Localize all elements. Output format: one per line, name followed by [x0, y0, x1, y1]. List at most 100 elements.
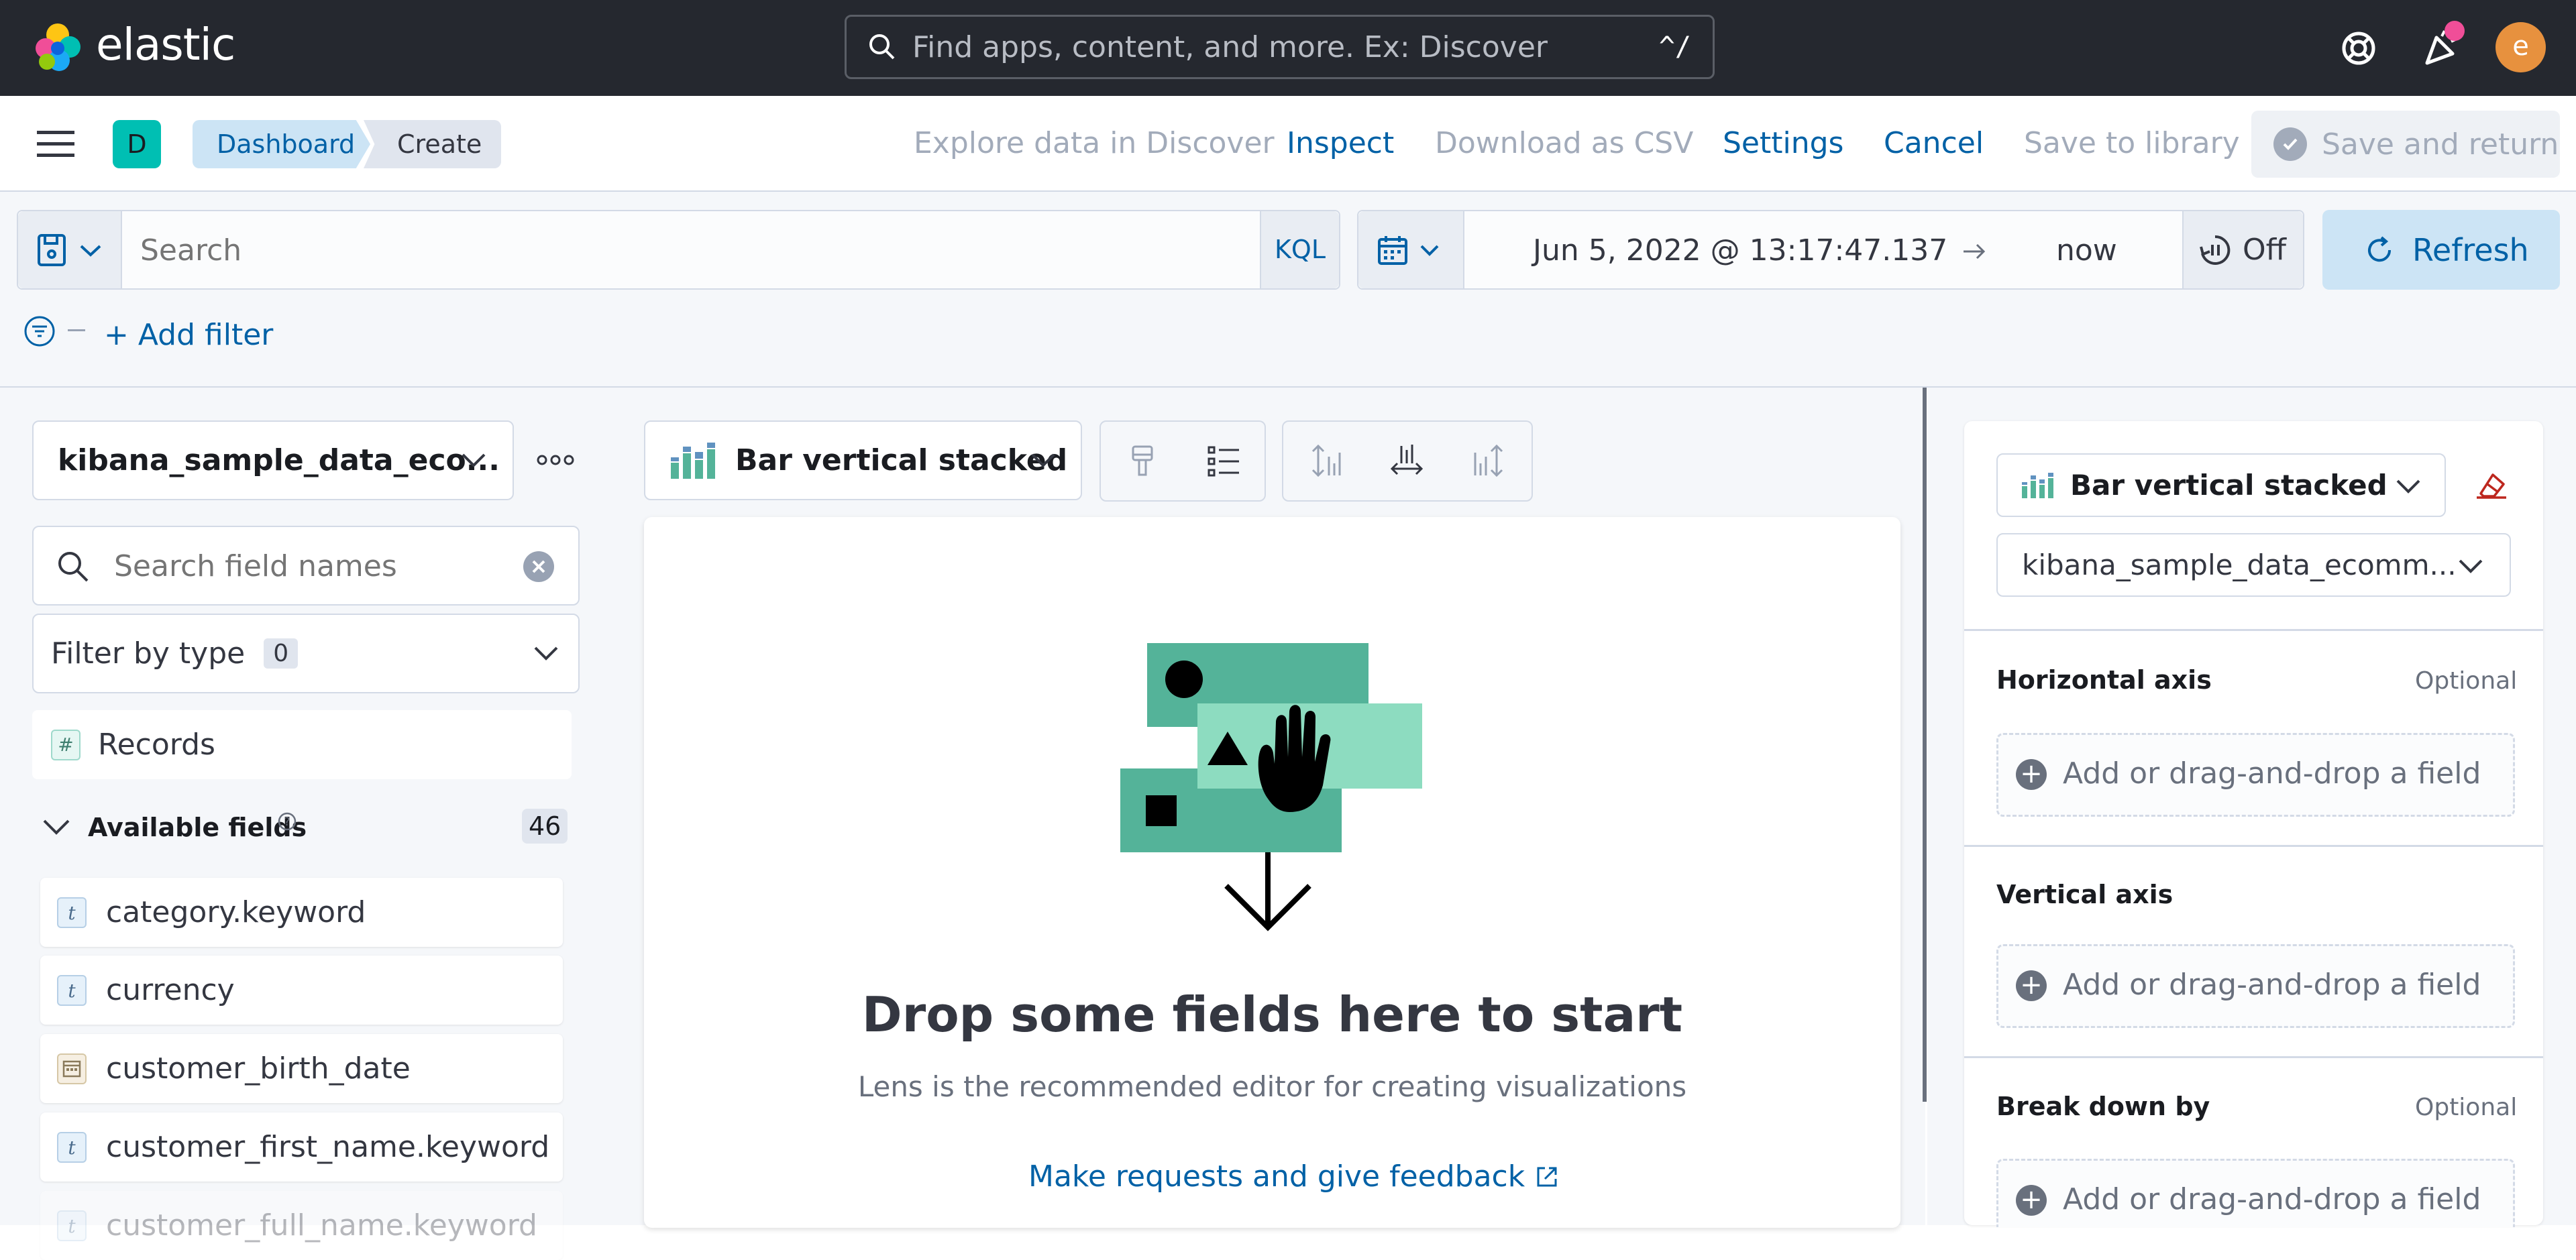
chevron-down-icon — [1419, 243, 1440, 257]
field-item-customer-full-name-keyword[interactable]: t customer_full_name.keyword — [40, 1191, 563, 1260]
end-date-button[interactable]: now — [2056, 233, 2117, 268]
pause-refresh-icon — [2198, 233, 2232, 267]
dropzone-label: Add or drag-and-drop a field — [2063, 1182, 2481, 1216]
drop-zone-workspace[interactable]: Drop some fields here to start Lens is t… — [644, 517, 1900, 1228]
string-field-icon: t — [57, 1132, 87, 1163]
plus-circle-icon: + — [2016, 759, 2047, 790]
plus-circle-icon: + — [2016, 970, 2047, 1001]
string-field-icon: t — [57, 975, 87, 1006]
number-field-icon: # — [51, 730, 80, 760]
calendar-icon — [1377, 235, 1408, 266]
string-field-icon: t — [57, 1210, 87, 1241]
feedback-link-label: Make requests and give feedback — [1028, 1159, 1525, 1194]
section-divider — [1964, 845, 2543, 847]
visual-options-button[interactable] — [1099, 420, 1187, 502]
field-item-customer-birth-date[interactable]: customer_birth_date — [40, 1034, 563, 1103]
refresh-label: Refresh — [2412, 231, 2529, 268]
string-field-icon: t — [57, 897, 87, 928]
chevron-down-icon — [533, 644, 559, 662]
field-name: customer_full_name.keyword — [106, 1208, 537, 1243]
vertical-axis-dropzone[interactable]: + Add or drag-and-drop a field — [1996, 944, 2515, 1028]
keyboard-shortcut-hint: ^/ — [1658, 32, 1691, 62]
bar-chart-icon — [669, 442, 719, 479]
filter-by-type-button[interactable]: Filter by type 0 — [32, 614, 580, 693]
quick-menu-button[interactable] — [1358, 211, 1464, 288]
horizontal-axis-optional: Optional — [2415, 667, 2518, 695]
filter-separator — [68, 329, 85, 331]
refresh-button[interactable]: Refresh — [2322, 210, 2560, 290]
save-and-return-label: Save and return — [2322, 127, 2559, 162]
field-item-category-keyword[interactable]: t category.keyword — [40, 878, 563, 947]
right-axis-options-button[interactable] — [1448, 420, 1533, 502]
auto-refresh-state: Off — [2243, 233, 2286, 267]
more-options-icon[interactable] — [537, 453, 574, 467]
user-avatar[interactable]: e — [2496, 22, 2546, 72]
bar-chart-icon — [2021, 472, 2055, 498]
filter-count-badge: 0 — [264, 638, 299, 669]
filter-options-icon[interactable] — [22, 314, 57, 349]
layer-chart-type-switcher[interactable]: Bar vertical stacked — [1996, 453, 2446, 517]
query-search-input[interactable] — [139, 231, 1118, 269]
save-and-return-button[interactable]: Save and return — [2251, 111, 2560, 178]
menu-icon[interactable] — [37, 129, 74, 159]
chevron-down-icon — [460, 451, 487, 469]
panel-resize-handle[interactable] — [1923, 388, 1927, 1102]
breadcrumb-dashboard[interactable]: Dashboard — [193, 120, 370, 168]
saved-query-menu-button[interactable] — [18, 211, 122, 288]
cancel-link[interactable]: Cancel — [1884, 126, 1984, 160]
field-item-currency[interactable]: t currency — [40, 956, 563, 1025]
layer-chart-type-label: Bar vertical stacked — [2070, 469, 2387, 502]
field-name: category.keyword — [106, 895, 366, 929]
available-fields-title[interactable]: Available fields — [88, 813, 307, 842]
elastic-logo-icon[interactable] — [31, 21, 85, 75]
query-language-button[interactable]: KQL — [1260, 211, 1339, 288]
date-field-icon — [57, 1053, 87, 1084]
feedback-link[interactable]: Make requests and give feedback — [1028, 1159, 1560, 1194]
field-search-box — [32, 526, 580, 606]
search-icon — [55, 549, 91, 585]
paintbrush-icon — [1129, 445, 1156, 478]
global-search-input[interactable]: Find apps, content, and more. Ex: Discov… — [845, 15, 1715, 79]
explore-in-discover-link[interactable]: Explore data in Discover — [914, 126, 1275, 160]
field-search-input[interactable] — [113, 547, 488, 585]
legend-options-button[interactable] — [1184, 420, 1266, 502]
horizontal-axis-dropzone[interactable]: + Add or drag-and-drop a field — [1996, 733, 2515, 817]
layer-data-view-picker[interactable]: kibana_sample_data_ecomm... — [1996, 533, 2511, 597]
drag-drop-illustration-icon — [1114, 638, 1449, 933]
data-view-picker[interactable]: kibana_sample_data_eco... — [32, 420, 514, 500]
inspect-link[interactable]: Inspect — [1287, 126, 1394, 160]
field-item-customer-first-name-keyword[interactable]: t customer_first_name.keyword — [40, 1112, 563, 1182]
settings-link[interactable]: Settings — [1723, 126, 1843, 160]
section-divider — [1964, 1056, 2543, 1058]
external-link-icon — [1534, 1164, 1560, 1190]
save-icon — [37, 233, 66, 267]
clear-layer-icon[interactable] — [2474, 469, 2508, 500]
chart-type-switcher[interactable]: Bar vertical stacked — [644, 420, 1082, 500]
global-search-placeholder: Find apps, content, and more. Ex: Discov… — [912, 30, 1548, 64]
brand-name[interactable]: elastic — [96, 19, 235, 70]
add-filter-button[interactable]: + Add filter — [104, 318, 273, 352]
space-avatar[interactable]: D — [113, 120, 161, 168]
chevron-down-icon — [2395, 477, 2422, 495]
start-date-button[interactable]: Jun 5, 2022 @ 13:17:47.137 — [1533, 233, 1947, 268]
auto-refresh-button[interactable]: Off — [2182, 211, 2303, 288]
global-header: elastic Find apps, content, and more. Ex… — [0, 0, 2576, 96]
horizontal-axis-title: Horizontal axis — [1996, 665, 2212, 695]
question-icon[interactable]: ? — [277, 811, 297, 832]
save-to-library-link[interactable]: Save to library — [2024, 126, 2240, 160]
check-icon — [2273, 127, 2307, 161]
break-down-by-dropzone[interactable]: + Add or drag-and-drop a field — [1996, 1159, 2515, 1227]
section-divider — [1964, 629, 2543, 631]
axis-left-icon — [1309, 443, 1342, 478]
svg-text:?: ? — [284, 815, 290, 829]
clear-search-icon[interactable] — [523, 551, 554, 582]
records-field[interactable]: # Records — [32, 710, 572, 779]
bottom-axis-options-button[interactable] — [1365, 420, 1450, 502]
left-axis-options-button[interactable] — [1282, 420, 1368, 502]
plus-circle-icon: + — [2016, 1185, 2047, 1216]
download-csv-link[interactable]: Download as CSV — [1435, 126, 1693, 160]
help-icon[interactable] — [2340, 30, 2377, 67]
available-fields-count: 46 — [522, 809, 568, 844]
dropzone-label: Add or drag-and-drop a field — [2063, 968, 2481, 1002]
chevron-down-icon[interactable] — [42, 817, 71, 837]
